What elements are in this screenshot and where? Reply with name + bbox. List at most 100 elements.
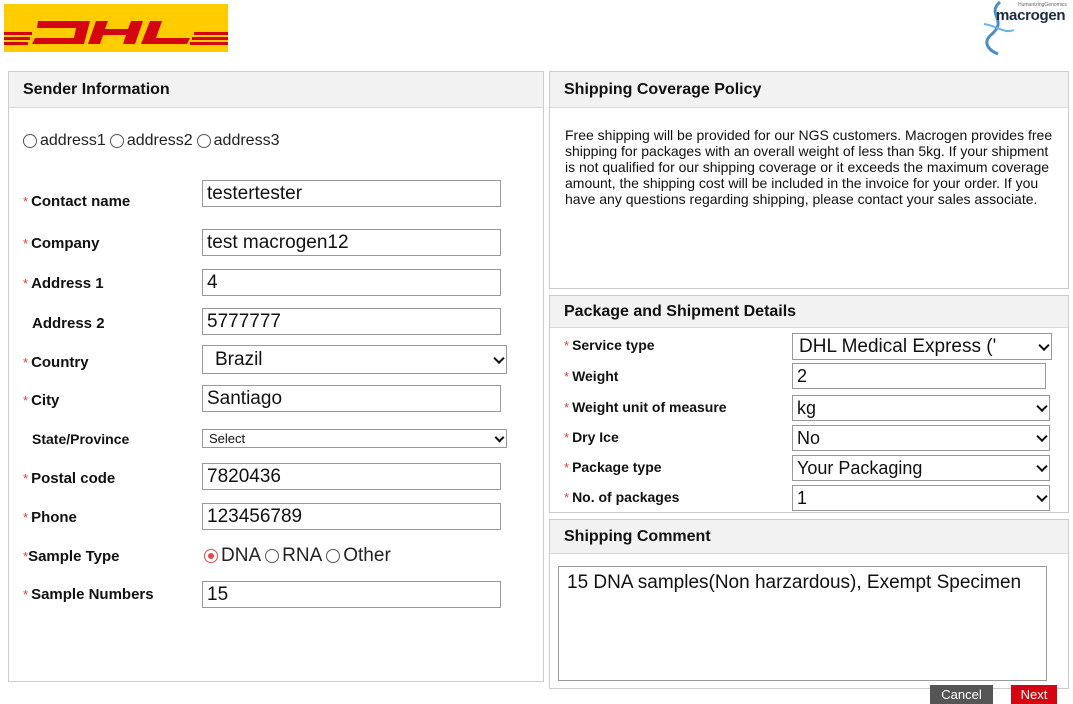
required-mark: * xyxy=(564,369,570,384)
dry-ice-select[interactable]: No xyxy=(792,425,1050,451)
address1-label-text: Address 1 xyxy=(31,275,104,292)
required-mark: * xyxy=(23,194,29,209)
package-type-label: * Package type xyxy=(564,459,662,475)
policy-text: Free shipping will be provided for our N… xyxy=(565,127,1053,207)
required-mark: * xyxy=(23,276,29,291)
service-type-label-text: Service type xyxy=(572,337,655,353)
sample-other-label: Other xyxy=(343,545,391,566)
phone-input[interactable]: 123456789 xyxy=(202,503,501,530)
address-radio-group: address1 address2 address3 xyxy=(23,132,283,150)
chevron-down-icon xyxy=(1038,339,1050,351)
phone-label-text: Phone xyxy=(31,509,77,526)
weight-unit-label: * Weight unit of measure xyxy=(564,399,727,415)
sample-numbers-input[interactable]: 15 xyxy=(202,581,501,608)
postal-label: * Postal code xyxy=(23,470,115,487)
weight-unit-value: kg xyxy=(797,398,817,418)
policy-title: Shipping Coverage Policy xyxy=(550,72,1068,108)
num-packages-select[interactable]: 1 xyxy=(792,485,1050,511)
required-mark: * xyxy=(564,490,570,505)
sender-title: Sender Information xyxy=(9,72,543,108)
address2-field-label: Address 2 xyxy=(32,315,105,332)
package-type-value: Your Packaging xyxy=(797,458,923,478)
radio-icon xyxy=(265,549,280,563)
company-label: * Company xyxy=(23,235,99,252)
address1-option[interactable]: address1 xyxy=(23,132,106,150)
weight-unit-label-text: Weight unit of measure xyxy=(572,399,727,415)
cancel-button[interactable]: Cancel xyxy=(930,685,993,704)
postal-input[interactable]: 7820436 xyxy=(202,463,501,490)
contact-name-label-text: Contact name xyxy=(31,193,131,210)
country-select[interactable]: Brazil xyxy=(202,345,507,374)
phone-label: * Phone xyxy=(23,509,77,526)
radio-icon xyxy=(109,134,124,148)
sample-other-option[interactable]: Other xyxy=(326,545,391,567)
dhl-logo-graphic xyxy=(4,4,228,52)
country-label-text: Country xyxy=(31,354,89,371)
chevron-down-icon xyxy=(493,352,505,364)
dry-ice-label-text: Dry Ice xyxy=(572,429,619,445)
comment-textarea[interactable]: 15 DNA samples(Non harzardous), Exempt S… xyxy=(558,566,1047,681)
radio-icon xyxy=(23,134,37,148)
service-type-value: DHL Medical Express (' xyxy=(799,336,997,357)
address2-option[interactable]: address2 xyxy=(109,132,193,150)
state-value: Select xyxy=(209,431,246,446)
chevron-down-icon xyxy=(494,432,505,443)
company-label-text: Company xyxy=(31,235,100,252)
required-mark: * xyxy=(23,587,29,602)
sample-type-label-text: Sample Type xyxy=(28,548,120,565)
required-mark: * xyxy=(23,510,29,525)
chevron-down-icon xyxy=(1036,490,1048,503)
weight-label-text: Weight xyxy=(572,368,619,384)
country-label: * Country xyxy=(23,354,89,371)
sample-numbers-label-text: Sample Numbers xyxy=(31,586,154,603)
address2-input[interactable]: 5777777 xyxy=(202,308,501,335)
address3-option[interactable]: address3 xyxy=(196,132,280,150)
state-label: State/Province xyxy=(32,431,130,447)
address1-field-label: * Address 1 xyxy=(23,275,104,292)
num-packages-label: * No. of packages xyxy=(564,489,679,505)
address1-input[interactable]: 4 xyxy=(202,269,501,296)
radio-icon xyxy=(326,549,341,563)
sender-panel: Sender Information address1 address2 add… xyxy=(8,71,544,682)
num-packages-label-text: No. of packages xyxy=(572,489,680,505)
required-mark: * xyxy=(564,400,570,415)
address1-label: address1 xyxy=(40,132,106,149)
postal-label-text: Postal code xyxy=(31,470,116,487)
comment-panel: Shipping Comment 15 DNA samples(Non harz… xyxy=(549,519,1069,689)
company-input[interactable]: test macrogen12 xyxy=(202,229,501,256)
city-label-text: City xyxy=(31,392,60,409)
contact-name-input[interactable]: testertester xyxy=(202,180,501,207)
required-mark: * xyxy=(23,393,29,408)
package-type-select[interactable]: Your Packaging xyxy=(792,455,1050,481)
next-button[interactable]: Next xyxy=(1011,685,1057,704)
dry-ice-value: No xyxy=(797,428,821,448)
sample-dna-label: DNA xyxy=(221,545,262,566)
required-mark: * xyxy=(564,338,570,353)
required-mark: * xyxy=(23,355,29,370)
dhl-logo xyxy=(4,4,228,52)
package-title: Package and Shipment Details xyxy=(550,296,1068,328)
weight-input[interactable]: 2 xyxy=(792,363,1046,389)
sample-rna-option[interactable]: RNA xyxy=(265,545,322,567)
sample-dna-option[interactable]: DNA xyxy=(204,545,261,567)
radio-icon xyxy=(196,134,211,148)
required-mark: * xyxy=(564,460,570,475)
required-mark: * xyxy=(23,471,29,486)
sample-type-radio-group: DNA RNA Other xyxy=(204,545,395,567)
comment-title: Shipping Comment xyxy=(550,520,1068,554)
chevron-down-icon xyxy=(1036,400,1048,413)
country-value: Brazil xyxy=(215,349,263,370)
weight-unit-select[interactable]: kg xyxy=(792,395,1050,421)
city-label: * City xyxy=(23,392,59,409)
dry-ice-label: * Dry Ice xyxy=(564,429,619,445)
service-type-select[interactable]: DHL Medical Express (' xyxy=(792,333,1052,360)
required-mark: * xyxy=(23,236,29,251)
package-panel: Package and Shipment Details * Service ty… xyxy=(549,295,1069,513)
state-select[interactable]: Select xyxy=(202,429,507,448)
weight-label: * Weight xyxy=(564,368,618,384)
chevron-down-icon xyxy=(1036,460,1048,473)
city-input[interactable]: Santiago xyxy=(202,385,501,412)
address3-label: address3 xyxy=(213,132,280,149)
num-packages-value: 1 xyxy=(797,488,808,508)
contact-name-label: * Contact name xyxy=(23,193,130,210)
